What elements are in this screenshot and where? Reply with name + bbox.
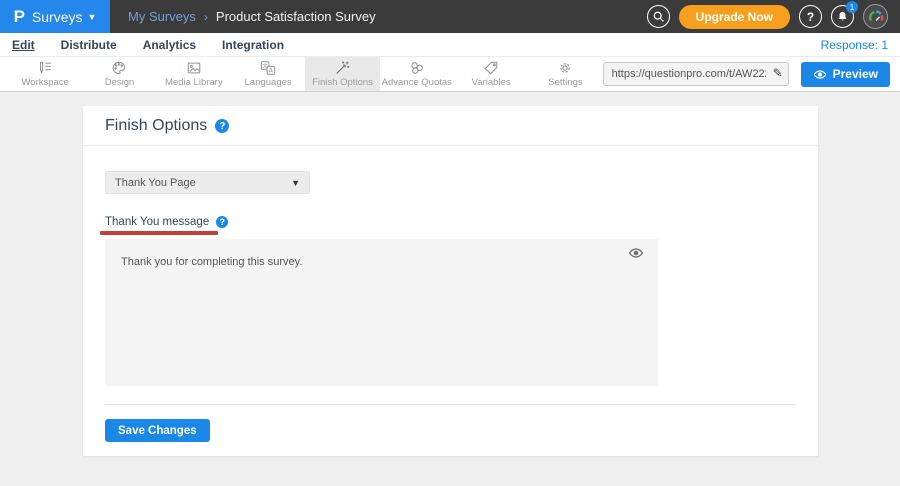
- toolbar-item-settings[interactable]: Settings: [528, 57, 602, 91]
- toolbar-item-finish-options[interactable]: Finish Options: [305, 57, 379, 91]
- toolbar-item-workspace[interactable]: Workspace: [8, 57, 82, 91]
- toolbar-item-design[interactable]: Design: [82, 57, 156, 91]
- help-button[interactable]: ?: [799, 5, 822, 28]
- message-label-row: Thank You message ?: [105, 216, 796, 228]
- languages-icon: 文 A: [260, 60, 276, 76]
- edit-url-icon[interactable]: ✎: [773, 66, 783, 80]
- breadcrumb-my-surveys[interactable]: My Surveys: [128, 9, 196, 24]
- workspace-icon: [37, 60, 53, 76]
- card-body: Thank You Page ▼ Thank You message ? Tha…: [83, 171, 818, 442]
- edit-toolbar: Workspace Design Media Library 文: [0, 57, 900, 92]
- page-title: Finish Options: [105, 117, 207, 135]
- finish-type-select[interactable]: Thank You Page ▼: [105, 171, 310, 194]
- select-caret-icon: ▼: [291, 178, 300, 188]
- settings-icon: [557, 60, 573, 76]
- divider: [105, 404, 796, 405]
- gauge-icon: [867, 8, 885, 26]
- thank-you-message-label: Thank You message: [105, 216, 209, 228]
- finish-options-card: Finish Options ? Thank You Page ▼ Thank …: [83, 106, 818, 456]
- surveys-menu[interactable]: Surveys ▼: [32, 9, 97, 25]
- main-area: Finish Options ? Thank You Page ▼ Thank …: [0, 92, 900, 486]
- preview-button[interactable]: Preview: [801, 62, 890, 87]
- toolbar-item-media-library[interactable]: Media Library: [157, 57, 231, 91]
- finish-options-icon: [334, 60, 350, 76]
- thank-you-message-editor[interactable]: Thank you for completing this survey.: [105, 239, 658, 386]
- top-bar: P Surveys ▼ My Surveys › Product Satisfa…: [0, 0, 900, 33]
- thank-you-message-help-icon[interactable]: ?: [216, 216, 228, 228]
- toolbar-item-variables[interactable]: Variables: [454, 57, 528, 91]
- module-nav: Edit Distribute Analytics Integration Re…: [0, 33, 900, 57]
- breadcrumb-separator: ›: [204, 10, 208, 24]
- toolbar-label: Settings: [548, 77, 582, 88]
- message-preview-eye-icon[interactable]: [628, 247, 644, 259]
- toolbar-label: Media Library: [165, 77, 223, 88]
- survey-url-wrap: ✎: [603, 62, 789, 86]
- toolbar-right: ✎ Preview: [603, 57, 900, 91]
- tab-integration[interactable]: Integration: [222, 38, 284, 52]
- preview-button-label: Preview: [833, 67, 878, 81]
- annotation-red-underline: [100, 231, 218, 235]
- notifications-button[interactable]: 1: [831, 5, 854, 28]
- card-header: Finish Options ?: [83, 106, 818, 146]
- toolbar-label: Languages: [245, 77, 292, 88]
- design-icon: [111, 60, 127, 76]
- toolbar-label: Advance Quotas: [382, 77, 452, 88]
- search-icon: [652, 10, 665, 23]
- user-avatar[interactable]: [863, 4, 888, 29]
- search-button[interactable]: [647, 5, 670, 28]
- variables-icon: [483, 60, 499, 76]
- media-library-icon: [186, 60, 202, 76]
- response-counter[interactable]: Response: 1: [821, 38, 888, 52]
- svg-text:A: A: [269, 69, 273, 75]
- upgrade-now-button[interactable]: Upgrade Now: [679, 5, 790, 29]
- product-menu[interactable]: P Surveys ▼: [0, 0, 110, 33]
- eye-icon: [813, 69, 827, 80]
- topbar-actions: Upgrade Now ? 1: [647, 4, 900, 29]
- breadcrumb-survey-title: Product Satisfaction Survey: [216, 9, 376, 24]
- finish-type-selected-value: Thank You Page: [115, 177, 196, 189]
- save-changes-button[interactable]: Save Changes: [105, 419, 210, 442]
- tab-distribute[interactable]: Distribute: [61, 38, 117, 52]
- breadcrumb: My Surveys › Product Satisfaction Survey: [128, 9, 376, 24]
- tab-analytics[interactable]: Analytics: [143, 38, 196, 52]
- chevron-down-icon: ▼: [88, 12, 97, 22]
- advance-quotas-icon: [409, 60, 425, 76]
- finish-options-help-icon[interactable]: ?: [215, 119, 229, 133]
- toolbar-label: Workspace: [21, 77, 68, 88]
- tab-edit[interactable]: Edit: [12, 38, 35, 52]
- surveys-menu-label: Surveys: [32, 9, 83, 25]
- thank-you-message-text: Thank you for completing this survey.: [121, 256, 642, 268]
- toolbar-label: Finish Options: [312, 77, 373, 88]
- toolbar-label: Variables: [472, 77, 511, 88]
- toolbar-label: Design: [105, 77, 135, 88]
- notification-badge: 1: [846, 1, 858, 13]
- questionpro-logo: P: [14, 8, 25, 25]
- survey-url-input[interactable]: [603, 62, 789, 86]
- toolbar-item-advance-quotas[interactable]: Advance Quotas: [380, 57, 454, 91]
- toolbar-item-languages[interactable]: 文 A Languages: [231, 57, 305, 91]
